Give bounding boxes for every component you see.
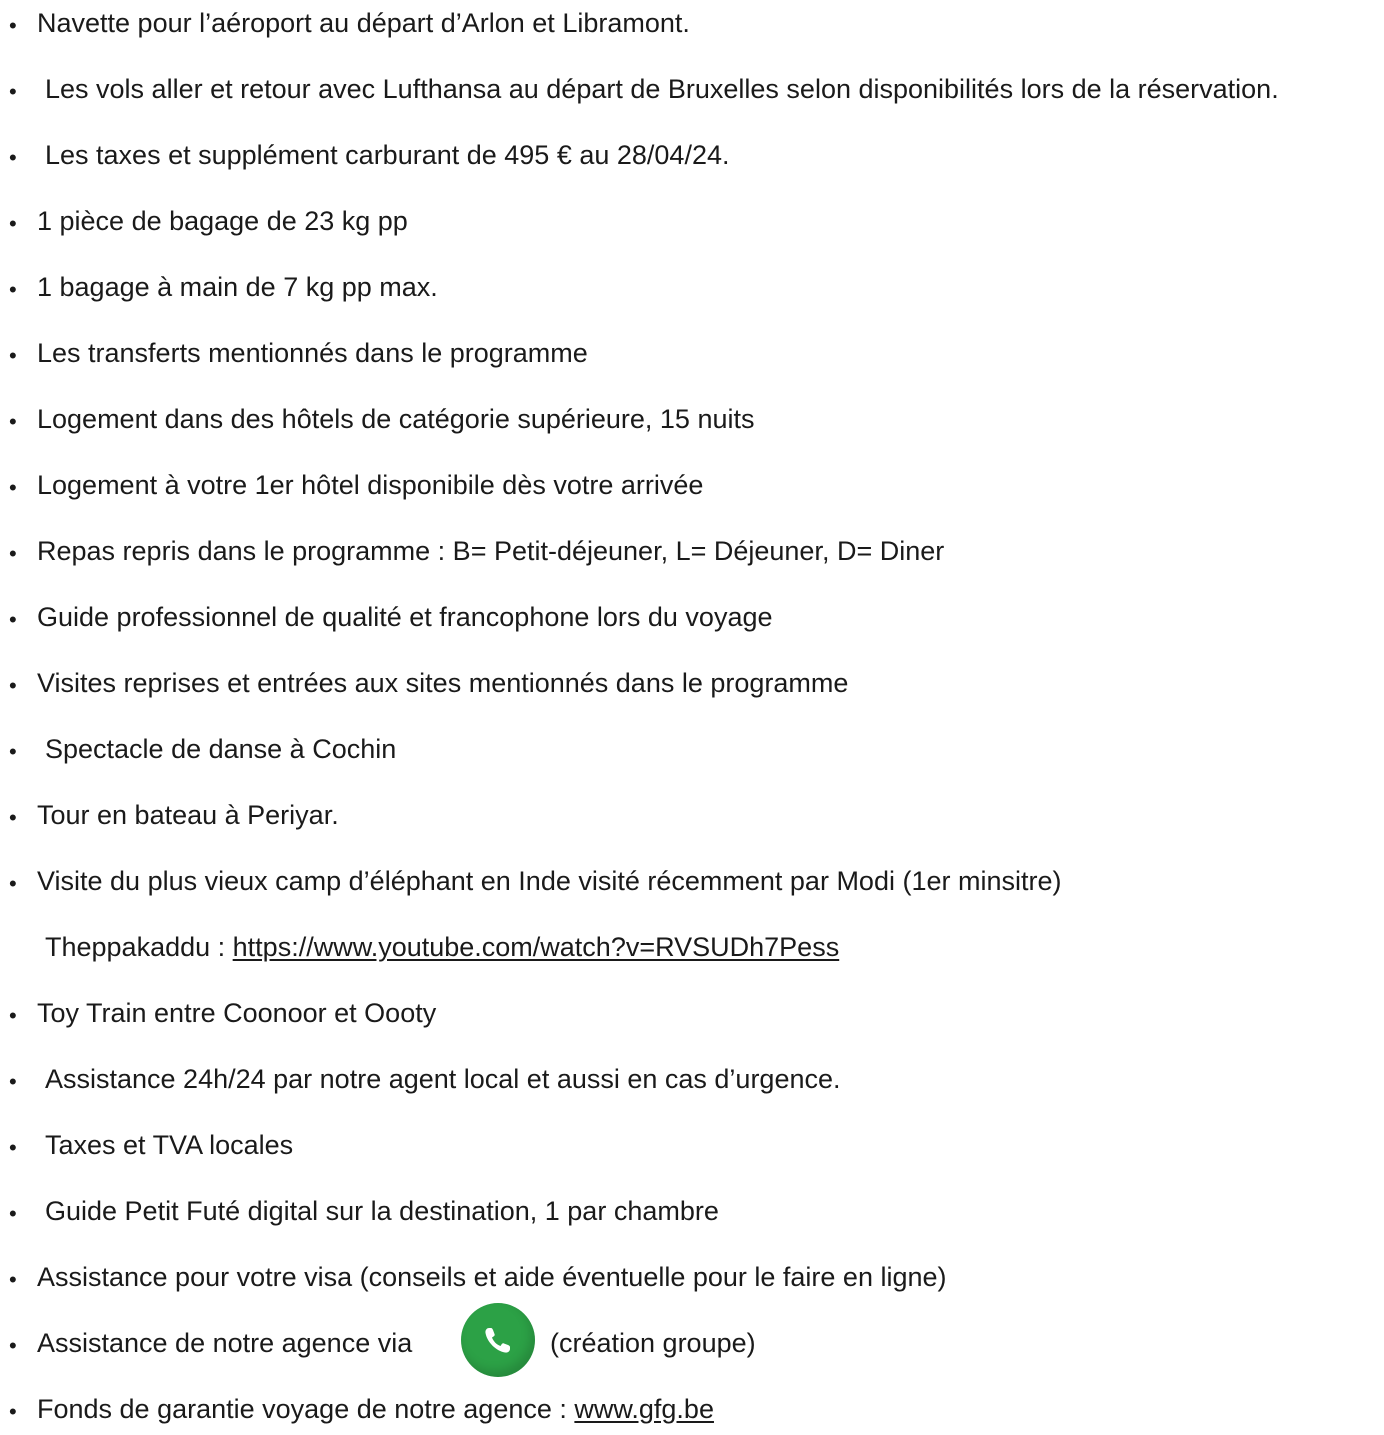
list-item: • Repas repris dans le programme : B= Pe…: [0, 531, 1384, 571]
list-item-text: Les transferts mentionnés dans le progra…: [37, 338, 588, 368]
list-item: • Tour en bateau à Periyar.: [0, 795, 1384, 835]
list-item: • Visites reprises et entrées aux sites …: [0, 663, 1384, 703]
bullet: •: [9, 277, 17, 302]
list-item: • Toy Train entre Coonoor et Oooty: [0, 993, 1384, 1033]
bullet: •: [9, 409, 17, 434]
bullet: •: [9, 1135, 17, 1160]
list-item-text: Guide professionnel de qualité et franco…: [37, 602, 773, 632]
list-item-text: Visites reprises et entrées aux sites me…: [37, 668, 849, 698]
list-item: • Visite du plus vieux camp d’éléphant e…: [0, 861, 1384, 901]
list-item-whatsapp: • Assistance de notre agence via (créati…: [0, 1303, 1384, 1377]
list-item-text: Assistance 24h/24 par notre agent local …: [45, 1064, 841, 1094]
bullet: •: [9, 343, 17, 368]
list-item-text: Taxes et TVA locales: [45, 1130, 294, 1160]
list-item-text: Assistance de notre agence via: [37, 1328, 413, 1358]
list-item: • Guide Petit Futé digital sur la destin…: [0, 1191, 1384, 1231]
gfg-link[interactable]: www.gfg.be: [574, 1394, 714, 1424]
list-item-text: Navette pour l’aéroport au départ d’Arlo…: [37, 8, 690, 38]
list-item: • Taxes et TVA locales: [0, 1125, 1384, 1165]
theppakaddu-line: Theppakaddu : https://www.youtube.com/wa…: [0, 927, 1384, 967]
bullet: •: [9, 607, 17, 632]
list-item-text: Repas repris dans le programme : B= Peti…: [37, 536, 945, 566]
bullet: •: [9, 1201, 17, 1226]
bullet: •: [9, 1069, 17, 1094]
list-item: • Les taxes et supplément carburant de 4…: [0, 135, 1384, 175]
list-item-text: 1 pièce de bagage de 23 kg pp: [37, 206, 408, 236]
list-item: • Logement dans des hôtels de catégorie …: [0, 399, 1384, 439]
list-item-text: Guide Petit Futé digital sur la destinat…: [45, 1196, 719, 1226]
list-item-text: Les taxes et supplément carburant de 495…: [45, 140, 730, 170]
list-item: • Assistance pour votre visa (conseils e…: [0, 1257, 1384, 1297]
bullet: •: [9, 1003, 17, 1028]
list-item-text: Visite du plus vieux camp d’éléphant en …: [37, 866, 1062, 896]
bullet: •: [9, 145, 17, 170]
bullet: •: [9, 871, 17, 896]
list-item: • 1 bagage à main de 7 kg pp max.: [0, 267, 1384, 307]
list-item: • Assistance 24h/24 par notre agent loca…: [0, 1059, 1384, 1099]
list-item: • Logement à votre 1er hôtel disponibile…: [0, 465, 1384, 505]
list-item: • Spectacle de danse à Cochin: [0, 729, 1384, 769]
bullet: •: [9, 1267, 17, 1292]
list-item: • Les transferts mentionnés dans le prog…: [0, 333, 1384, 373]
bullet: •: [9, 13, 17, 38]
list-item-text: 1 bagage à main de 7 kg pp max.: [37, 272, 438, 302]
list-item-text: Logement à votre 1er hôtel disponibile d…: [37, 470, 704, 500]
bullet: •: [9, 211, 17, 236]
bullet: •: [9, 673, 17, 698]
bullet: •: [9, 475, 17, 500]
group-creation-note: (création groupe): [550, 1328, 756, 1358]
bullet: •: [9, 1399, 17, 1424]
list-item: • Les vols aller et retour avec Lufthans…: [0, 69, 1384, 109]
bullet: •: [9, 79, 17, 104]
bullet: •: [9, 1333, 17, 1358]
list-item: • Guide professionnel de qualité et fran…: [0, 597, 1384, 637]
bullet: •: [9, 739, 17, 764]
list-item: • Navette pour l’aéroport au départ d’Ar…: [0, 3, 1384, 43]
bullet: •: [9, 805, 17, 830]
list-item-text: Les vols aller et retour avec Lufthansa …: [45, 74, 1279, 104]
list-item-text: Tour en bateau à Periyar.: [37, 800, 339, 830]
list-item-fund: • Fonds de garantie voyage de notre agen…: [0, 1389, 1384, 1429]
fund-label: Fonds de garantie voyage de notre agence…: [37, 1394, 575, 1424]
theppakaddu-label: Theppakaddu :: [45, 932, 233, 962]
list-item-text: Spectacle de danse à Cochin: [45, 734, 397, 764]
list-item-text: Logement dans des hôtels de catégorie su…: [37, 404, 755, 434]
bullet: •: [9, 541, 17, 566]
list-item-text: Fonds de garantie voyage de notre agence…: [37, 1389, 714, 1429]
youtube-link[interactable]: https://www.youtube.com/watch?v=RVSUDh7P…: [233, 932, 840, 962]
list-item-text: Toy Train entre Coonoor et Oooty: [37, 998, 437, 1028]
list-item-text: Assistance pour votre visa (conseils et …: [37, 1262, 947, 1292]
theppakaddu-text: Theppakaddu : https://www.youtube.com/wa…: [45, 927, 839, 967]
whatsapp-icon[interactable]: [461, 1303, 535, 1377]
list-item: • 1 pièce de bagage de 23 kg pp: [0, 201, 1384, 241]
